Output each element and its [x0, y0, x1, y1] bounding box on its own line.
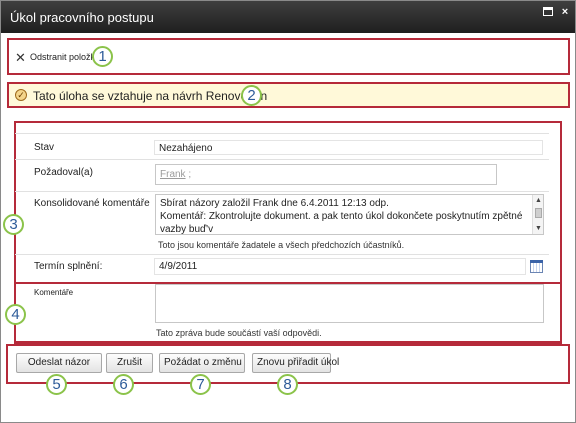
delete-item-label: Odstranit položku — [30, 52, 101, 62]
row-divider — [15, 133, 549, 134]
delete-item-command[interactable]: ✕ Odstranit položku — [15, 50, 101, 65]
callout-7: 7 — [190, 374, 211, 395]
workflow-task-dialog: Úkol pracovního postupu × ✕ Odstranit po… — [0, 0, 576, 423]
callout-1: 1 — [92, 46, 113, 67]
calendar-icon[interactable] — [530, 260, 543, 273]
consolidated-comments-box[interactable]: Sbírat názory založil Frank dne 6.4.2011… — [155, 194, 544, 235]
delete-x-icon: ✕ — [15, 50, 26, 65]
due-date-value: 4/9/2011 — [159, 261, 198, 272]
requested-by-label: Požadoval(a) — [34, 167, 93, 178]
reassign-task-button[interactable]: Znovu přiřadit úkol — [252, 353, 339, 373]
task-check-icon: ✓ — [15, 89, 27, 101]
scroll-down-icon[interactable]: ▼ — [534, 224, 543, 233]
comments-hint: Tato zpráva bude součástí vaší odpovědi. — [156, 328, 322, 338]
due-date-field[interactable]: 4/9/2011 — [154, 258, 526, 275]
comments-input[interactable] — [155, 284, 544, 323]
callout-8: 8 — [277, 374, 298, 395]
comments-scrollbar[interactable]: ▲ ▼ — [532, 195, 543, 234]
row-divider — [15, 159, 549, 160]
consolidated-comment-line: Komentář: Zkontrolujte dokument. a pak t… — [160, 211, 523, 235]
title-bar: Úkol pracovního postupu × — [1, 1, 575, 33]
due-date-label: Termín splnění: — [34, 261, 103, 272]
scroll-up-icon[interactable]: ▲ — [534, 196, 543, 205]
scroll-thumb[interactable] — [535, 208, 542, 218]
status-label: Stav — [34, 142, 55, 153]
send-feedback-button[interactable]: Odeslat názor — [16, 353, 102, 373]
maximize-icon[interactable] — [541, 5, 555, 19]
cancel-button[interactable]: Zrušit — [106, 353, 153, 373]
requested-by-person[interactable]: Frank — [160, 169, 186, 180]
requested-by-field[interactable]: Frank ; — [155, 164, 497, 185]
close-icon[interactable]: × — [558, 5, 572, 19]
consolidated-comments-label: Konsolidované komentáře — [34, 198, 150, 209]
callout-4: 4 — [5, 304, 26, 325]
comments-label: Komentáře — [34, 288, 74, 297]
callout-6: 6 — [113, 374, 134, 395]
consolidated-comments-hint: Toto jsou komentáře žadatele a všech pře… — [158, 240, 405, 250]
row-divider — [15, 254, 549, 255]
callout-3: 3 — [3, 214, 24, 235]
row-divider — [15, 191, 549, 192]
requested-by-separator: ; — [188, 169, 192, 180]
consolidated-comment-line: Sbírat názory založil Frank dne 6.4.2011… — [160, 198, 389, 209]
dialog-title: Úkol pracovního postupu — [10, 10, 154, 25]
status-value: Nezahájeno — [159, 143, 213, 154]
status-field: Nezahájeno — [154, 140, 543, 155]
related-item-banner: ✓ Tato úloha se vztahuje na návrh Renovo… — [7, 82, 570, 108]
related-item-text[interactable]: Tato úloha se vztahuje na návrh Renovo t… — [33, 89, 267, 103]
callout-5: 5 — [46, 374, 67, 395]
callout-2: 2 — [241, 85, 262, 106]
request-change-button[interactable]: Požádat o změnu — [159, 353, 245, 373]
